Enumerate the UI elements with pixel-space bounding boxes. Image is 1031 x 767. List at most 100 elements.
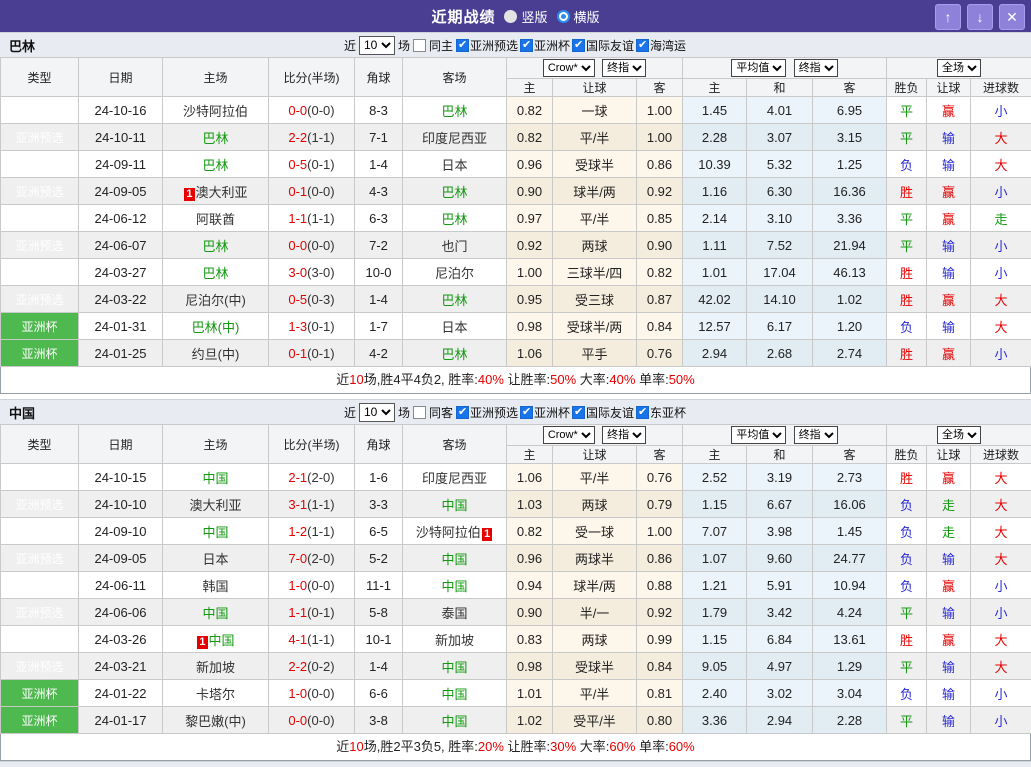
same-venue-checkbox[interactable] bbox=[413, 39, 426, 52]
guest-odds-cell: 0.85 bbox=[637, 205, 683, 232]
summary-text: 50% bbox=[550, 372, 576, 387]
result-cell: 胜 bbox=[887, 340, 927, 367]
col-avg-draw: 和 bbox=[747, 79, 813, 97]
col-handicap-line: 让球 bbox=[553, 446, 637, 464]
layout-radio-vertical[interactable]: 竖版 bbox=[504, 7, 547, 26]
avg-home-odds-cell: 2.94 bbox=[683, 340, 747, 367]
col-result: 胜负 bbox=[887, 446, 927, 464]
final-odds-select-2[interactable]: 终指 bbox=[794, 59, 838, 77]
scroll-down-button[interactable]: ↓ bbox=[967, 4, 993, 30]
type-cell: 亚洲预选 bbox=[1, 545, 79, 572]
avg-home-odds-cell: 1.15 bbox=[683, 491, 747, 518]
layout-radio-horizontal[interactable]: 横版 bbox=[557, 7, 600, 26]
type-cell: 亚洲预选 bbox=[1, 259, 79, 286]
summary-text: 场,胜4平4负2, 胜率: bbox=[364, 372, 478, 387]
competition-label: 亚洲杯 bbox=[534, 37, 570, 54]
competition-checkbox[interactable] bbox=[572, 406, 585, 419]
away-team-cell: 中国 bbox=[403, 491, 507, 518]
competition-checkbox[interactable] bbox=[520, 39, 533, 52]
competition-checkbox[interactable] bbox=[572, 39, 585, 52]
final-odds-select-2[interactable]: 终指 bbox=[794, 426, 838, 444]
halftime-score: (0-0) bbox=[307, 103, 334, 118]
col-away: 客场 bbox=[403, 425, 507, 464]
away-team-cell: 中国 bbox=[403, 680, 507, 707]
match-row: 亚洲预选24-06-12阿联酋1-1(1-1)6-3巴林0.97平/半0.852… bbox=[1, 205, 1031, 232]
corner-cell: 7-1 bbox=[355, 124, 403, 151]
fulltime-score: 4-1 bbox=[288, 632, 307, 647]
average-select[interactable]: 平均值 bbox=[731, 426, 786, 444]
date-cell: 24-09-05 bbox=[79, 178, 163, 205]
avg-draw-odds-cell: 7.52 bbox=[747, 232, 813, 259]
home-team-name: 尼泊尔(中) bbox=[185, 293, 246, 308]
avg-home-odds-cell: 1.01 bbox=[683, 259, 747, 286]
col-corner: 角球 bbox=[355, 58, 403, 97]
competition-checkbox[interactable] bbox=[636, 39, 649, 52]
goals-result-cell: 小 bbox=[971, 340, 1031, 367]
date-cell: 24-01-22 bbox=[79, 680, 163, 707]
date-cell: 24-10-16 bbox=[79, 97, 163, 124]
fulltime-score: 1-0 bbox=[288, 578, 307, 593]
handicap-result-cell: 输 bbox=[927, 124, 971, 151]
result-cell: 胜 bbox=[887, 259, 927, 286]
handicap-line-cell: 平/半 bbox=[553, 205, 637, 232]
avg-away-odds-cell: 3.15 bbox=[813, 124, 887, 151]
date-cell: 24-06-06 bbox=[79, 599, 163, 626]
score-cell: 2-2(0-2) bbox=[269, 653, 355, 680]
fulltime-score: 3-1 bbox=[288, 497, 307, 512]
host-odds-cell: 0.94 bbox=[507, 572, 553, 599]
full-match-select[interactable]: 全场 bbox=[937, 426, 981, 444]
summary-text: 近 bbox=[336, 739, 349, 754]
home-team-name: 中国 bbox=[202, 471, 228, 486]
halftime-score: (1-1) bbox=[307, 524, 334, 539]
corner-cell: 8-3 bbox=[355, 97, 403, 124]
avg-home-odds-cell: 2.28 bbox=[683, 124, 747, 151]
competition-checkbox[interactable] bbox=[520, 406, 533, 419]
competition-checkbox[interactable] bbox=[456, 39, 469, 52]
match-count-select[interactable]: 10 bbox=[359, 403, 395, 422]
bookmaker-select[interactable]: Crow* bbox=[543, 426, 595, 444]
match-count-select[interactable]: 10 bbox=[359, 36, 395, 55]
avg-draw-odds-cell: 2.68 bbox=[747, 340, 813, 367]
handicap-line-cell: 平/半 bbox=[553, 124, 637, 151]
competition-checkbox[interactable] bbox=[456, 406, 469, 419]
result-cell: 平 bbox=[887, 124, 927, 151]
radio-horizontal-icon[interactable] bbox=[557, 10, 570, 23]
avg-home-odds-cell: 1.11 bbox=[683, 232, 747, 259]
home-team-cell: 阿联酋 bbox=[163, 205, 269, 232]
date-cell: 24-01-25 bbox=[79, 340, 163, 367]
handicap-result-cell: 赢 bbox=[927, 97, 971, 124]
home-team-cell: 巴林 bbox=[163, 151, 269, 178]
same-venue-label: 同客 bbox=[429, 404, 453, 421]
home-team-name: 约旦(中) bbox=[192, 347, 240, 362]
type-cell: 亚洲杯 bbox=[1, 313, 79, 340]
corner-cell: 7-2 bbox=[355, 232, 403, 259]
radio-vertical-icon[interactable] bbox=[504, 10, 517, 23]
result-cell: 平 bbox=[887, 599, 927, 626]
bookmaker-select[interactable]: Crow* bbox=[543, 59, 595, 77]
final-odds-select[interactable]: 终指 bbox=[602, 59, 646, 77]
final-odds-select[interactable]: 终指 bbox=[602, 426, 646, 444]
away-team-name: 巴林 bbox=[441, 185, 467, 200]
handicap-line-cell: 受三球 bbox=[553, 286, 637, 313]
fulltime-score: 0-1 bbox=[288, 346, 307, 361]
col-avg-home: 主 bbox=[683, 79, 747, 97]
average-select[interactable]: 平均值 bbox=[731, 59, 786, 77]
score-cell: 1-0(0-0) bbox=[269, 680, 355, 707]
radio-horizontal-label: 横版 bbox=[574, 7, 600, 26]
type-cell: 亚洲预选 bbox=[1, 491, 79, 518]
type-cell: 亚洲预选 bbox=[1, 572, 79, 599]
guest-odds-cell: 0.87 bbox=[637, 286, 683, 313]
halftime-score: (1-1) bbox=[307, 130, 334, 145]
radio-vertical-label: 竖版 bbox=[521, 7, 547, 26]
competition-checkbox[interactable] bbox=[636, 406, 649, 419]
guest-odds-cell: 1.00 bbox=[637, 518, 683, 545]
filter-bar: 近 10 场 同客 亚洲预选亚洲杯国际友谊东亚杯 bbox=[344, 403, 687, 422]
same-venue-checkbox[interactable] bbox=[413, 406, 426, 419]
avg-away-odds-cell: 2.28 bbox=[813, 707, 887, 734]
close-button[interactable]: ✕ bbox=[999, 4, 1025, 30]
avg-draw-odds-cell: 4.01 bbox=[747, 97, 813, 124]
fulltime-score: 0-0 bbox=[288, 103, 307, 118]
scroll-up-button[interactable]: ↑ bbox=[935, 4, 961, 30]
match-row: 亚洲预选24-03-21新加坡2-2(0-2)1-4中国0.98受球半0.849… bbox=[1, 653, 1031, 680]
full-match-select[interactable]: 全场 bbox=[937, 59, 981, 77]
